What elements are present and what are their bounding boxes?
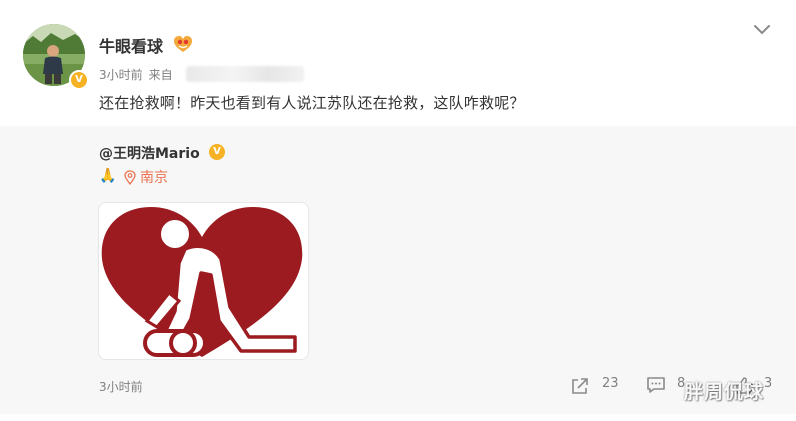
share-icon[interactable] bbox=[570, 377, 590, 395]
share-count[interactable]: 23 bbox=[602, 376, 619, 391]
post-source-label: 来自 bbox=[148, 68, 173, 82]
original-verified-badge: V bbox=[209, 144, 225, 160]
location-link[interactable]: 南京 bbox=[140, 167, 168, 187]
post-content: 还在抢救啊！昨天也看到有人说江苏队还在抢救，这队咋救呢？ bbox=[99, 94, 525, 112]
blurred-source bbox=[186, 66, 304, 82]
original-username[interactable]: @王明浩Mario bbox=[99, 143, 200, 163]
like-count[interactable]: 3 bbox=[764, 376, 772, 391]
cpr-heart-icon bbox=[101, 207, 303, 357]
verified-badge: V bbox=[69, 70, 89, 90]
pray-emoji: 🙏 bbox=[99, 168, 117, 184]
comment-icon[interactable] bbox=[646, 376, 666, 394]
post-time[interactable]: 3小时前 bbox=[99, 68, 143, 82]
username[interactable]: 牛眼看球 bbox=[99, 33, 163, 57]
chevron-down-icon[interactable] bbox=[752, 22, 772, 38]
weibo-post: V 牛眼看球 3小时前 来自 还在抢救啊！昨天也看到有人说江苏队还在抢救，这队咋救… bbox=[0, 0, 796, 421]
repost-time[interactable]: 3小时前 bbox=[99, 378, 143, 395]
repost-image[interactable] bbox=[98, 202, 309, 360]
post-meta: 3小时前 来自 bbox=[99, 66, 173, 83]
location-pin-icon bbox=[124, 170, 136, 185]
avatar[interactable]: V bbox=[23, 24, 89, 90]
member-emblem-icon[interactable] bbox=[173, 35, 193, 53]
watermark: 胖周侃球 bbox=[684, 381, 765, 403]
